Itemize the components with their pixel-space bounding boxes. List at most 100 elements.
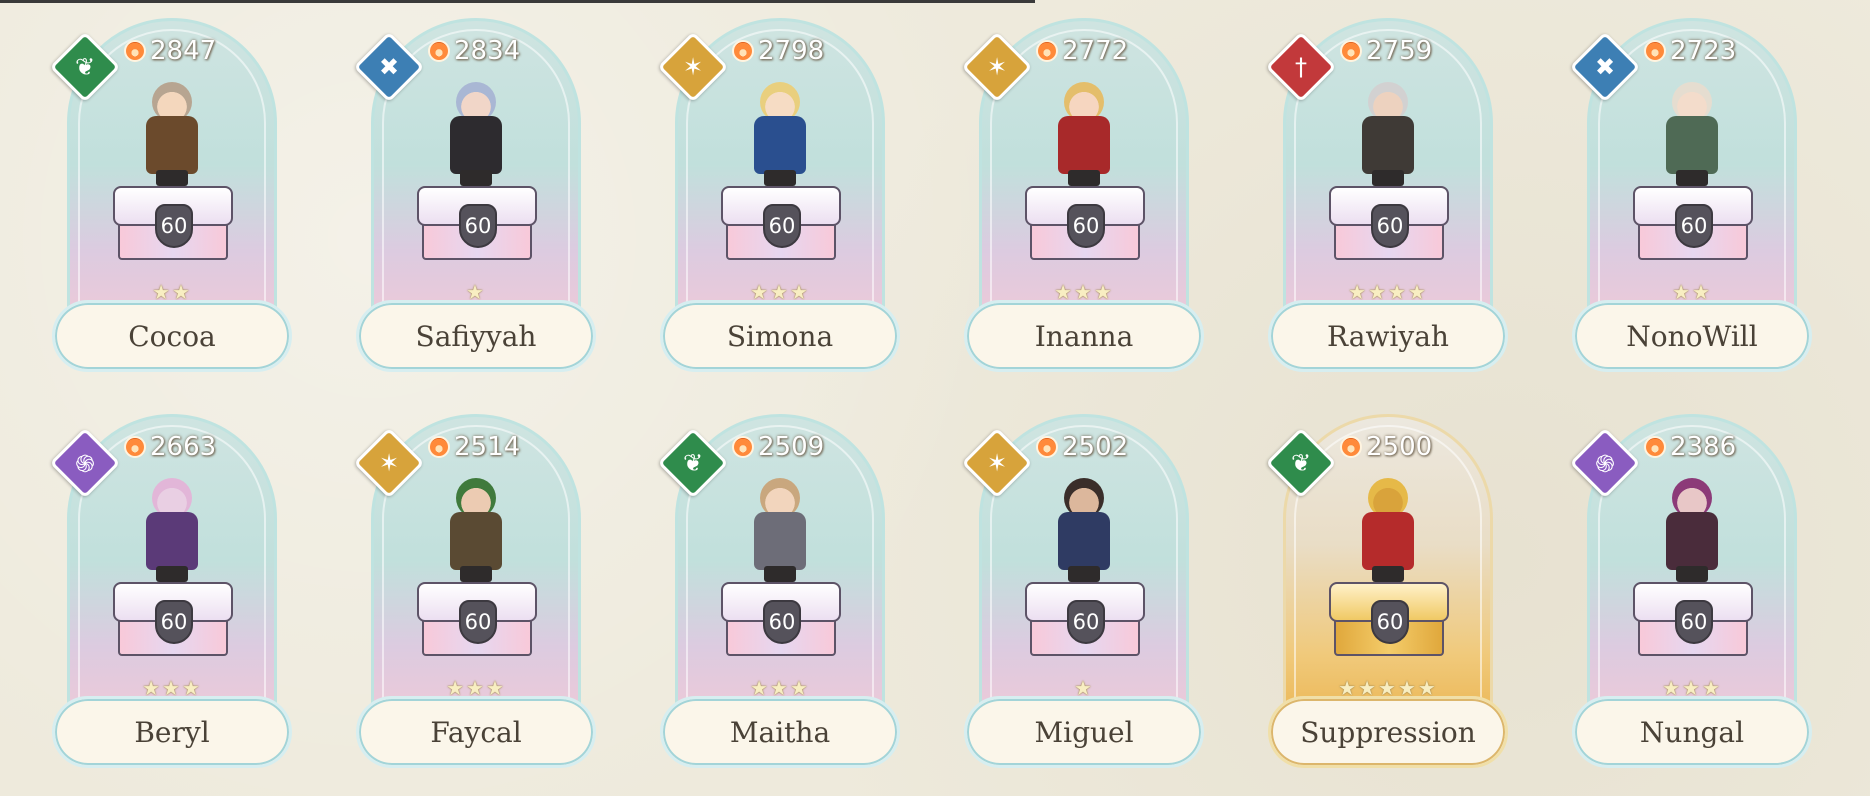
hero-name-plate: Faycal [356, 696, 596, 768]
level-badge: 60 [459, 600, 497, 644]
power-value: 2759 [1366, 36, 1433, 66]
sun-compass-icon: ✶ [682, 53, 704, 81]
hero-sprite [1346, 474, 1430, 584]
crossed-swords-icon: ✖ [378, 53, 400, 81]
level-badge: 60 [763, 204, 801, 248]
pedestal: 60 [414, 186, 540, 266]
power-rating: 2663 [124, 432, 216, 462]
flame-icon [1644, 436, 1666, 458]
power-rating: 2502 [1036, 432, 1128, 462]
hero-name: Rawiyah [1327, 319, 1449, 353]
star-rating: ★★★ [356, 678, 596, 698]
level-badge: 60 [763, 600, 801, 644]
hero-name-plate: Rawiyah [1268, 300, 1508, 372]
pedestal: 60 [110, 186, 236, 266]
hero-name: Simona [726, 319, 834, 353]
hero-card[interactable]: ✖ 2723 60 ★★ NonoWill [1569, 18, 1812, 372]
hero-legs [1068, 170, 1100, 186]
hero-card[interactable]: ✶ 2772 60 ★★★ Inanna [961, 18, 1204, 372]
hero-name: Safiyyah [415, 319, 537, 353]
hero-sprite [434, 474, 518, 584]
hero-sprite [738, 78, 822, 188]
star-rating: ★★★ [964, 282, 1204, 302]
flame-icon [1340, 436, 1362, 458]
level-badge: 60 [459, 204, 497, 248]
hero-body [1666, 116, 1718, 174]
pedestal: 60 [1630, 582, 1756, 662]
spiral-orb-icon: ֍ [75, 449, 95, 478]
level-badge: 60 [1067, 204, 1105, 248]
flame-icon [732, 436, 754, 458]
flame-icon [428, 40, 450, 62]
hero-sprite [130, 78, 214, 188]
hero-body [1058, 116, 1110, 174]
hero-name: Beryl [134, 715, 210, 749]
hero-body [754, 512, 806, 570]
pedestal: 60 [1022, 582, 1148, 662]
pedestal: 60 [1326, 186, 1452, 266]
hero-card[interactable]: ❦ 2509 60 ★★★ Maitha [657, 414, 900, 768]
hero-card[interactable]: ✶ 2502 60 ★ Miguel [961, 414, 1204, 768]
leaf-shield-icon: ❦ [682, 449, 704, 477]
star-rating: ★★★ [660, 678, 900, 698]
hero-name: Suppression [1300, 715, 1476, 749]
hero-body [146, 116, 198, 174]
power-value: 2772 [1062, 36, 1129, 66]
hero-sprite [738, 474, 822, 584]
pedestal: 60 [1630, 186, 1756, 266]
power-rating: 2759 [1340, 36, 1432, 66]
hero-card[interactable]: † 2759 60 ★★★★ Rawiyah [1265, 18, 1508, 372]
pedestal: 60 [110, 582, 236, 662]
pedestal: 60 [718, 186, 844, 266]
hero-legs [1372, 170, 1404, 186]
hero-name: Maitha [729, 715, 831, 749]
pedestal: 60 [1326, 582, 1452, 662]
hero-card[interactable]: ✶ 2514 60 ★★★ Faycal [353, 414, 596, 768]
star-rating: ★★★ [1572, 678, 1812, 698]
power-rating: 2834 [428, 36, 520, 66]
sword-icon: † [1295, 53, 1307, 81]
hero-name-plate: Maitha [660, 696, 900, 768]
hero-card[interactable]: ❦ 2847 60 ★★ Cocoa [49, 18, 292, 372]
sun-compass-icon: ✶ [986, 53, 1008, 81]
leaf-shield-icon: ❦ [74, 53, 96, 81]
hero-legs [1068, 566, 1100, 582]
hero-body [1362, 116, 1414, 174]
power-value: 2798 [758, 36, 825, 66]
hero-card[interactable]: ❦ 2500 60 ★★★★★ Suppression [1265, 414, 1508, 768]
pedestal: 60 [1022, 186, 1148, 266]
star-rating: ★★★ [660, 282, 900, 302]
crossed-swords-icon: ✖ [1594, 53, 1616, 81]
power-rating: 2509 [732, 432, 824, 462]
star-rating: ★★ [1572, 282, 1812, 302]
hero-card[interactable]: ֍ 2663 60 ★★★ Beryl [49, 414, 292, 768]
hero-card[interactable]: ✶ 2798 60 ★★★ Simona [657, 18, 900, 372]
power-value: 2663 [150, 432, 217, 462]
hero-legs [460, 566, 492, 582]
hero-name-plate: Simona [660, 300, 900, 372]
flame-icon [124, 436, 146, 458]
hero-name: Miguel [1034, 715, 1134, 749]
hero-name-plate: Cocoa [52, 300, 292, 372]
hero-name-plate: Inanna [964, 300, 1204, 372]
power-value: 2834 [454, 36, 521, 66]
hero-legs [764, 566, 796, 582]
hero-legs [1676, 170, 1708, 186]
hero-card[interactable]: ֍ 2386 60 ★★★ Nungal [1569, 414, 1812, 768]
hero-legs [156, 566, 188, 582]
hero-legs [156, 170, 188, 186]
hero-body [1666, 512, 1718, 570]
hero-body [1058, 512, 1110, 570]
flame-icon [732, 40, 754, 62]
hero-card[interactable]: ✖ 2834 60 ★ Safiyyah [353, 18, 596, 372]
level-badge: 60 [1371, 204, 1409, 248]
hero-body [450, 512, 502, 570]
sun-compass-icon: ✶ [378, 449, 400, 477]
power-rating: 2723 [1644, 36, 1736, 66]
star-rating: ★ [356, 282, 596, 302]
hero-name: Faycal [430, 715, 522, 749]
level-badge: 60 [1067, 600, 1105, 644]
flame-icon [428, 436, 450, 458]
hero-body [1362, 512, 1414, 570]
hero-name: Inanna [1034, 319, 1134, 353]
